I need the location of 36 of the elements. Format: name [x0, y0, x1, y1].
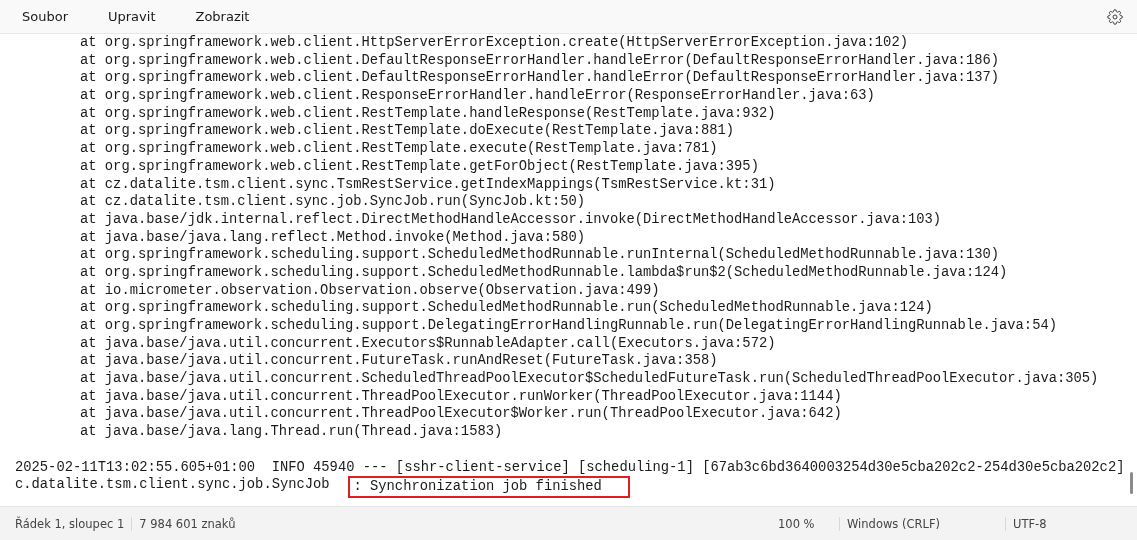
cursor-position: Řádek 1, sloupec 1 — [14, 516, 126, 531]
stack-trace-line: at java.base/java.util.concurrent.ThreadPoolExecutor.runWorker(ThreadPoolExecutor.java:1144) — [80, 388, 842, 404]
stack-trace-line: at java.base/java.util.concurrent.FutureTask.runAndReset(FutureTask.java:358) — [80, 353, 718, 369]
menu-item[interactable]: Upravit — [98, 5, 166, 28]
character-count: 7 984 601 znaků — [131, 516, 243, 531]
stack-trace-line: at org.springframework.web.client.RestTemplate.doExecute(RestTemplate.java:881) — [80, 123, 735, 139]
stack-trace-line: at org.springframework.web.client.DefaultResponseErrorHandler.handleError(DefaultResponseErrorHandler.java:137) — [80, 70, 1000, 86]
settings-icon[interactable] — [1107, 8, 1123, 25]
stack-trace-line: at org.springframework.web.client.RestTemplate.getForObject(RestTemplate.java:395) — [80, 158, 759, 174]
stack-trace-line: at java.base/java.lang.reflect.Method.invoke(Method.java:580) — [80, 229, 586, 245]
encoding[interactable]: UTF-8 — [1005, 516, 1054, 531]
menu-item[interactable]: Zobrazit — [185, 5, 260, 28]
stack-trace-line: at org.springframework.web.client.RestTemplate.execute(RestTemplate.java:781) — [80, 141, 718, 157]
stack-trace-line: at java.base/java.util.concurrent.ScheduledThreadPoolExecutor$ScheduledFutureTask.run(ScheduledThreadPoolExecutor.java:305) — [80, 371, 1099, 387]
log-line: 2025-02-11T13:02:55.605+01:00 INFO 45940 --- [sshr-client-service] [scheduling-1] [67ab3c6bd3640003254d30e5cba202c2-254d30e5cba202c2] — [15, 459, 1125, 475]
stack-trace-line: at cz.datalite.tsm.client.sync.job.SyncJob.run(SyncJob.kt:50) — [80, 194, 586, 210]
stack-trace-line: at org.springframework.web.client.ResponseErrorHandler.handleError(ResponseErrorHandler.java:63) — [80, 88, 875, 104]
stack-trace-line: at org.springframework.scheduling.support.ScheduledMethodRunnable.runInternal(ScheduledMethodRunnable.java:130) — [80, 247, 1000, 263]
stack-trace-line: at org.springframework.web.client.DefaultResponseErrorHandler.handleError(DefaultResponseErrorHandler.java:186) — [80, 52, 1000, 68]
stack-trace-line: at org.springframework.web.client.RestTemplate.handleResponse(RestTemplate.java:932) — [80, 105, 776, 121]
log-line: c.datalite.tsm.client.sync.job.SyncJob — [15, 477, 331, 493]
highlighted-message: : Synchronization job finished — [348, 476, 630, 499]
stack-trace-line: at org.springframework.web.client.HttpServerErrorException.create(HttpServerErrorException.java:102) — [80, 35, 908, 50]
stack-trace-line: at org.springframework.scheduling.support.ScheduledMethodRunnable.lambda$run$2(ScheduledMethodRunnable.java:124) — [80, 264, 1008, 280]
line-ending[interactable]: Windows (CRLF) — [839, 516, 947, 531]
stack-trace-line: at java.base/jdk.internal.reflect.DirectMethodHandleAccessor.invoke(DirectMethodHandleAccessor.java:103) — [80, 211, 942, 227]
zoom-level[interactable]: 100 % — [771, 516, 822, 531]
stack-trace-line: at java.base/java.lang.Thread.run(Thread.java:1583) — [80, 424, 503, 440]
stack-trace-line: at java.base/java.util.concurrent.ThreadPoolExecutor$Worker.run(ThreadPoolExecutor.java:642) — [80, 406, 842, 422]
stack-trace-line: at org.springframework.scheduling.support.ScheduledMethodRunnable.run(ScheduledMethodRunnable.java:124) — [80, 300, 933, 316]
stack-trace-line: at cz.datalite.tsm.client.sync.TsmRestService.getIndexMappings(TsmRestService.kt:31) — [80, 176, 776, 192]
scrollbar-thumb[interactable] — [1130, 472, 1133, 494]
stack-trace-line: at io.micrometer.observation.Observation.observe(Observation.java:499) — [80, 282, 660, 298]
menu-item[interactable]: Soubor — [12, 5, 78, 28]
stack-trace-line: at org.springframework.scheduling.support.DelegatingErrorHandlingRunnable.run(DelegatingErrorHandlingRunnable.java:54) — [80, 318, 1057, 333]
stack-trace-line: at java.base/java.util.concurrent.Executors$RunnableAdapter.call(Executors.java:572) — [80, 335, 776, 351]
